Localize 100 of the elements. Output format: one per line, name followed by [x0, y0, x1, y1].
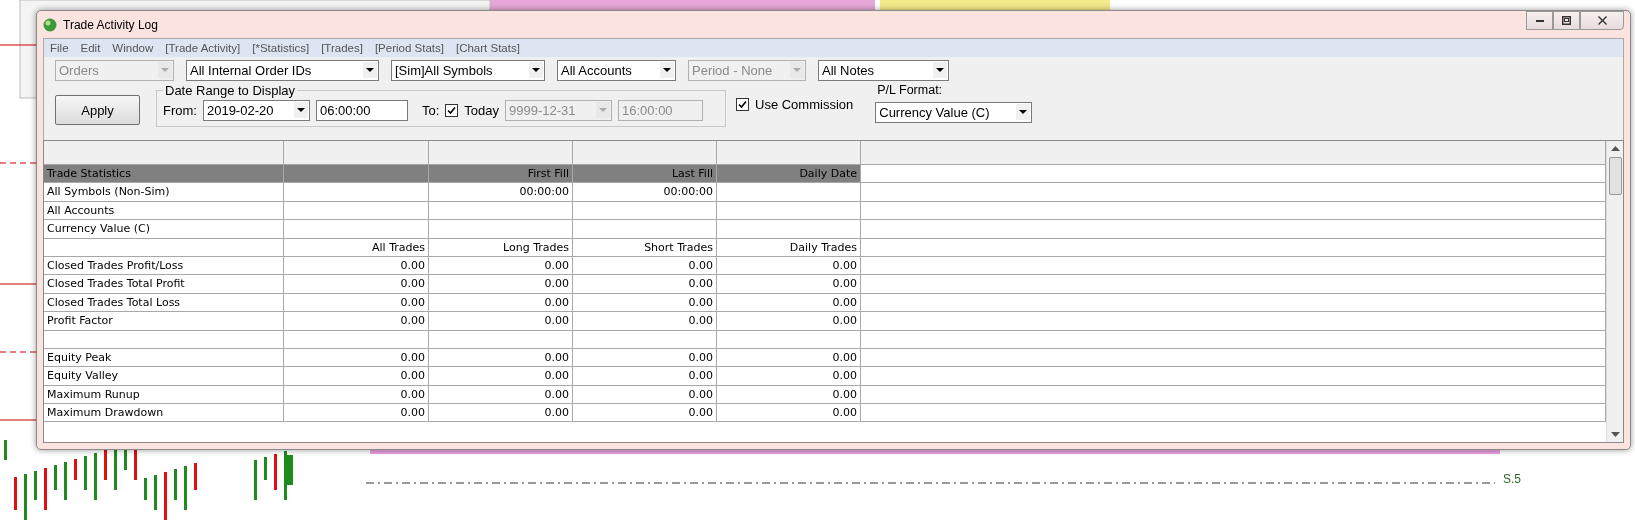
price-bar	[94, 453, 97, 500]
table-cell: All Trades	[284, 238, 429, 257]
menu-item[interactable]: [Period Stats]	[374, 42, 444, 54]
price-bar	[144, 478, 147, 500]
price-level-line	[0, 351, 37, 353]
window-title: Trade Activity Log	[63, 17, 158, 32]
scrollbar-thumb[interactable]	[1608, 157, 1622, 195]
table-cell: 0.00	[573, 367, 717, 386]
pl-format-dropdown[interactable]: Currency Value (C)	[875, 102, 1033, 123]
restore-icon	[1562, 16, 1571, 25]
price-bar	[64, 462, 67, 500]
table-cell: 0.00	[573, 348, 717, 368]
today-checkbox[interactable]	[445, 104, 459, 117]
menu-item[interactable]: [*Statistics]	[252, 42, 310, 54]
table-cell: 0.00	[573, 404, 717, 423]
maximize-button[interactable]	[1553, 11, 1580, 30]
price-bar	[164, 472, 167, 520]
table-cell: 0.00	[429, 293, 573, 313]
column-header: Daily Date	[717, 165, 861, 184]
caret-icon	[293, 102, 308, 119]
price-bar	[184, 466, 187, 510]
menu-item[interactable]: Edit	[80, 42, 101, 54]
price-bar	[34, 471, 37, 500]
use-commission-checkbox[interactable]	[736, 98, 749, 111]
table-cell: 0.00	[429, 385, 573, 405]
price-bar	[44, 468, 47, 510]
table-cell: 0.00	[284, 312, 429, 331]
table-cell: 0.00	[573, 385, 717, 405]
caret-icon	[596, 102, 610, 119]
price-bar	[14, 477, 17, 510]
table-cell: 0.00	[429, 404, 573, 423]
globe-icon	[43, 17, 57, 32]
menu-item[interactable]: [Trades]	[321, 42, 363, 54]
price-level-label: S.5	[1503, 472, 1521, 486]
price-bar	[194, 463, 197, 490]
down-arrow-icon	[1610, 432, 1620, 438]
table-cell: 0.00	[573, 312, 717, 331]
table-cell: Maximum Runup	[44, 385, 284, 405]
close-icon	[1597, 16, 1607, 25]
from-date-dropdown[interactable]: 2019-02-20	[202, 100, 310, 121]
table-cell: 0.00	[573, 293, 717, 313]
up-arrow-icon	[1610, 145, 1620, 151]
filter-dropdown[interactable]: [Sim]All Symbols	[391, 60, 545, 81]
minimize-icon	[1535, 19, 1544, 22]
table-cell: 0.00	[284, 256, 429, 276]
caret-icon	[790, 62, 804, 79]
caret-icon	[1016, 104, 1031, 121]
table-cell: 0.00	[284, 404, 429, 423]
table-cell: Maximum Drawdown	[44, 404, 284, 423]
use-commission-label: Use Commission	[755, 97, 854, 112]
price-bar	[274, 454, 277, 490]
menu-item[interactable]: [Chart Stats]	[455, 42, 520, 54]
to-label: To:	[421, 103, 440, 118]
price-bar	[174, 469, 177, 500]
caret-icon	[660, 62, 674, 79]
table-cell: All Symbols (Non-Sim)	[44, 183, 284, 202]
vertical-scrollbar[interactable]	[1606, 141, 1623, 442]
table-cell: All Accounts	[44, 201, 284, 221]
filter-dropdown[interactable]: All Internal Order IDs	[186, 60, 379, 81]
caret-icon	[529, 62, 543, 79]
table-cell: 0.00	[717, 348, 861, 368]
from-time-field[interactable]: 06:00:00	[315, 100, 408, 121]
pl-format-label: P/L Format:	[877, 83, 944, 97]
table-cell: Closed Trades Profit/Loss	[44, 256, 284, 276]
price-bar	[54, 465, 57, 490]
table-cell: 0.00	[284, 348, 429, 368]
price-bar	[264, 457, 267, 480]
table-cell: 00:00:00	[573, 183, 717, 202]
filter-dropdown[interactable]: All Accounts	[557, 60, 676, 81]
table-cell: 0.00	[284, 385, 429, 405]
price-level-line	[0, 419, 37, 421]
caret-icon	[363, 62, 377, 79]
apply-button[interactable]: Apply	[55, 95, 140, 125]
column-header: Trade Statistics	[44, 165, 284, 184]
menu-item[interactable]: File	[50, 42, 69, 54]
table-cell: Daily Trades	[717, 238, 861, 257]
price-bar	[254, 460, 257, 500]
minimize-button[interactable]	[1526, 11, 1553, 30]
table-cell: 0.00	[717, 367, 861, 386]
group-title: Date Range to Display	[164, 83, 297, 98]
table-cell: 0.00	[717, 275, 861, 294]
table-cell: 0.00	[573, 275, 717, 294]
filter-dropdown[interactable]: All Notes	[818, 60, 949, 81]
price-bar	[104, 450, 107, 480]
table-cell: Closed Trades Total Profit	[44, 275, 284, 294]
menu-item[interactable]: Window	[112, 42, 154, 54]
table-cell: 0.00	[429, 275, 573, 294]
table-cell: 0.00	[429, 367, 573, 386]
price-bar	[84, 456, 87, 490]
from-label: From:	[163, 103, 197, 118]
price-bar	[4, 440, 7, 460]
price-bar	[114, 447, 117, 490]
table-cell: Closed Trades Total Loss	[44, 293, 284, 313]
menu-item[interactable]: [Trade Activity]	[165, 42, 241, 54]
table-cell: Equity Peak	[44, 348, 284, 368]
price-level-line	[0, 283, 37, 285]
column-header: Last Fill	[573, 165, 717, 184]
price-bar	[154, 475, 157, 510]
table-cell: 0.00	[284, 275, 429, 294]
table-cell: 0.00	[717, 256, 861, 276]
